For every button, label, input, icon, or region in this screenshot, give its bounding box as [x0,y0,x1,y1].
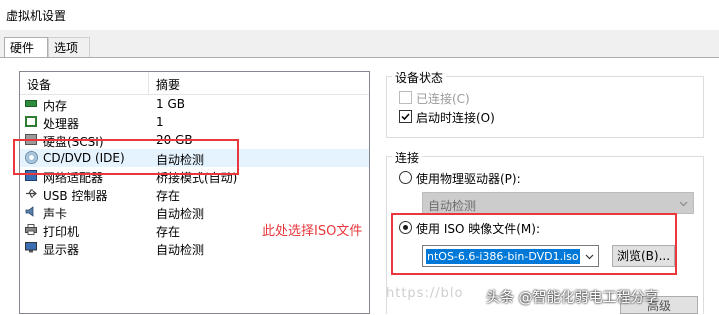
printer-icon [25,224,37,235]
connect-at-power-on-label: 启动时连接(O) [416,111,495,125]
physical-drive-dropdown[interactable]: 自动检测 [422,192,694,214]
device-name: USB 控制器 [43,189,108,203]
connect-at-power-on-checkbox[interactable] [399,110,412,123]
title-bar: 虚拟机设置 [0,0,719,30]
device-row-memory[interactable]: 内存 1 GB [20,95,369,113]
cd-dvd-highlight-box [13,139,239,175]
tab-options[interactable]: 选项 [48,37,90,58]
connected-checkbox[interactable] [399,91,412,104]
monitor-icon [25,242,37,253]
device-name: 声卡 [43,207,68,221]
column-header-summary[interactable]: 摘要 [156,76,180,93]
column-header-device[interactable]: 设备 [27,76,51,93]
device-summary: 存在 [156,225,181,239]
device-row-display[interactable]: 显示器 自动检测 [20,239,369,257]
device-name: 打印机 [43,225,80,239]
device-name: 显示器 [43,243,80,257]
device-row-usb[interactable]: USB 控制器 存在 [20,185,369,203]
tab-hardware[interactable]: 硬件 [4,37,48,58]
device-status-title: 设备状态 [392,69,447,86]
device-summary: 自动检测 [156,207,205,221]
checkmark-icon [401,113,410,121]
processor-icon [25,116,37,127]
window-title: 虚拟机设置 [6,9,67,23]
device-row-sound-card[interactable]: 声卡 自动检测 [20,203,369,221]
device-list[interactable]: 设备 摘要 内存 1 GB 处理器 1 硬盘(SCSI) 20 GB CD/DV… [19,71,370,314]
connected-label: 已连接(C) [416,92,470,106]
device-name: 处理器 [43,117,80,131]
tab-bar [0,30,719,58]
annotation-text: 此处选择ISO文件 [262,224,363,239]
device-summary: 1 [156,115,164,129]
device-list-header: 设备 摘要 [20,72,369,95]
watermark-url: https://blo [386,286,464,301]
column-divider[interactable] [148,72,149,94]
chevron-down-icon [679,201,688,207]
device-summary: 自动检测 [156,243,205,257]
memory-icon [25,100,37,107]
device-summary: 1 GB [156,97,185,111]
physical-drive-label: 使用物理驱动器(P): [416,172,521,186]
physical-drive-value: 自动检测 [428,199,477,213]
device-name: 内存 [43,99,68,113]
speaker-icon [25,206,37,217]
physical-drive-radio[interactable] [399,171,412,184]
watermark-credit: 头条 @智能化弱电工程分享 [486,290,659,306]
iso-highlight-box [391,213,677,275]
device-summary: 存在 [156,189,181,203]
device-row-processor[interactable]: 处理器 1 [20,113,369,131]
connection-title: 连接 [392,149,423,166]
usb-icon [25,188,37,199]
